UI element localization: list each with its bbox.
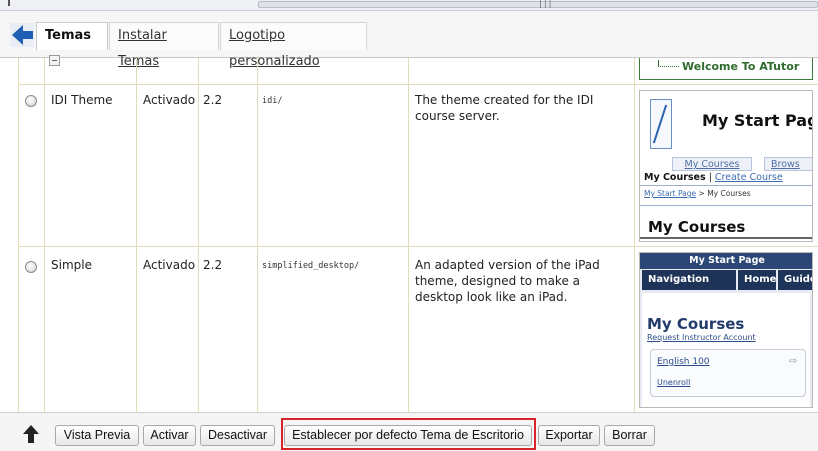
grid-line: [408, 58, 409, 412]
preview-nav-home: Home: [738, 270, 776, 290]
grid-line: [44, 58, 45, 412]
welcome-text: Welcome To ATutor: [682, 60, 800, 73]
theme-description: An adapted version of the iPad theme, de…: [415, 258, 600, 304]
decoration-icon: [658, 60, 679, 67]
preview-nav-link: Create Course: [714, 172, 783, 183]
divider: [640, 237, 812, 239]
preview-title: My Start Page: [702, 111, 812, 130]
preview-heading: My Courses: [647, 315, 745, 333]
preview-welcome: Welcome To ATutor: [639, 58, 813, 80]
preview-nav-left: Navigation: [642, 270, 736, 290]
grid-line: [18, 246, 818, 247]
grid-line: [198, 58, 199, 412]
theme-preview-image: My Start Page My Courses Brows My Course…: [639, 90, 813, 242]
crumb-rest: > My Courses: [698, 189, 751, 198]
scroll-left-arrow-icon[interactable]: [8, 0, 10, 6]
delete-button[interactable]: Borrar: [604, 425, 655, 446]
theme-directory: simplified_desktop/: [262, 261, 360, 271]
theme-status: Activado: [143, 93, 196, 107]
preview-nav-bold: My Courses: [644, 172, 706, 183]
scrollbar-thumb[interactable]: |||: [258, 0, 818, 8]
select-theme-radio[interactable]: [25, 261, 37, 273]
theme-version: 2.2: [203, 258, 223, 272]
preview-tab: My Courses: [672, 157, 752, 171]
preview-tabs: My Courses Brows: [640, 157, 812, 171]
horizontal-scrollbar[interactable]: |||: [0, 0, 818, 11]
deactivate-button[interactable]: Desactivar: [200, 425, 275, 446]
theme-preview-image: My Start Page Navigation Home Guide My C…: [639, 252, 813, 408]
theme-directory: idi/: [262, 96, 283, 106]
arrow-icon: ⇨: [788, 356, 797, 367]
grip-icon: |||: [538, 0, 553, 8]
theme-description: The theme created for the IDI course ser…: [415, 93, 594, 123]
grid-line: [257, 58, 258, 412]
export-button[interactable]: Exportar: [538, 425, 600, 446]
preview-request-link: Request Instructor Account: [647, 333, 756, 342]
grid-line: [18, 58, 19, 412]
preview-nav: My Courses | Create Course: [644, 172, 783, 183]
preview-nav-guide: Guide: [778, 270, 812, 290]
crumb-link: My Start Page: [644, 189, 697, 198]
collapse-icon[interactable]: [49, 55, 60, 66]
preview-course-card: English 100 ⇨ Unenroll: [650, 349, 806, 397]
tab-label: Temas: [45, 28, 92, 43]
tab-instalar-temas[interactable]: Instalar Temas: [109, 22, 219, 69]
grid-line: [634, 58, 635, 412]
theme-status: Activado: [143, 258, 196, 272]
preview-body: My Courses Request Instructor Account En…: [642, 293, 810, 407]
tab-temas[interactable]: Temas: [36, 22, 108, 66]
divider: [640, 205, 812, 206]
tab-logotipo-personalizado[interactable]: Logotipo personalizado: [220, 22, 367, 69]
preview-top-bar: My Start Page: [640, 253, 812, 269]
tab-bar: Temas Instalar Temas Logotipo personaliz…: [0, 11, 818, 69]
preview-tab: Brows: [764, 157, 812, 171]
theme-name: Simple: [51, 258, 92, 272]
up-arrow-icon[interactable]: [20, 423, 42, 445]
preview-unenroll: Unenroll: [657, 378, 691, 387]
preview-button[interactable]: Vista Previa: [55, 425, 139, 446]
preview-nav-sep: |: [708, 172, 712, 183]
divider: [640, 185, 812, 186]
grid-line: [136, 58, 137, 412]
theme-version: 2.2: [203, 93, 223, 107]
preview-breadcrumb: My Start Page > My Courses: [644, 189, 751, 198]
preview-course: English 100: [657, 357, 710, 367]
back-arrow-icon[interactable]: [10, 23, 34, 47]
theme-name: IDI Theme: [51, 93, 113, 107]
idi-logo-icon: [650, 99, 672, 149]
grid-line: [18, 84, 818, 85]
select-theme-radio[interactable]: [25, 95, 37, 107]
activate-button[interactable]: Activar: [143, 425, 196, 446]
highlight-box: [281, 418, 536, 450]
preview-heading: My Courses: [648, 218, 746, 236]
